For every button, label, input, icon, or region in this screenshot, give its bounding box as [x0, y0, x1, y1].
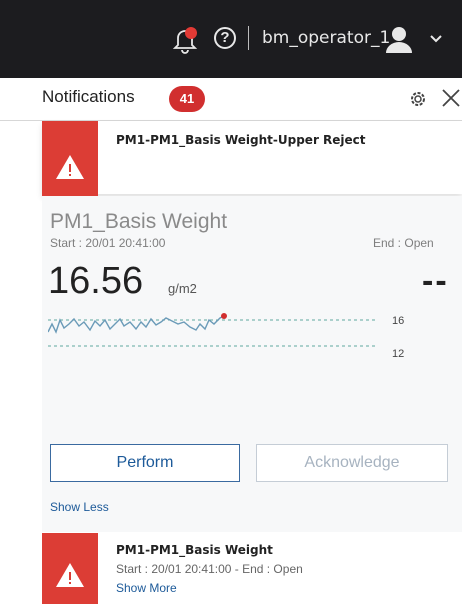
upper-limit-label: 16 [392, 315, 404, 327]
tag-name: PM1_Basis Weight [50, 210, 228, 233]
warning-triangle-icon [56, 563, 84, 587]
sparkline-trend: 16 12 [48, 313, 404, 360]
alert-title[interactable]: PM1-PM1_Basis Weight-Upper Reject [116, 133, 366, 147]
alert-title[interactable]: PM1-PM1_Basis Weight [116, 543, 273, 557]
notifications-header: Notifications 41 [0, 78, 462, 121]
bell-alert-icon[interactable] [170, 24, 200, 54]
alert-card[interactable] [42, 121, 462, 194]
gear-icon[interactable] [408, 89, 428, 109]
username[interactable]: bm_operator_1 [262, 28, 390, 48]
start-time: Start : 20/01 20:41:00 [50, 236, 166, 250]
value-unit: g/m2 [168, 281, 197, 296]
alert-time-range: Start : 20/01 20:41:00 - End : Open [116, 562, 303, 576]
close-icon[interactable] [440, 87, 462, 109]
warning-triangle-icon [56, 155, 84, 179]
trend-line [48, 315, 225, 334]
topbar-divider [248, 26, 249, 50]
notifications-title: Notifications [42, 87, 135, 106]
current-value: 16.56 [48, 260, 144, 302]
notification-count-badge: 41 [169, 86, 205, 112]
help-icon[interactable]: ? [214, 27, 236, 49]
user-avatar-icon[interactable] [384, 24, 414, 54]
top-bar: ? bm_operator_1 [0, 0, 462, 78]
perform-button[interactable]: Perform [50, 444, 240, 482]
show-less-link[interactable]: Show Less [50, 500, 109, 514]
show-more-link[interactable]: Show More [116, 581, 177, 595]
chevron-down-icon[interactable] [430, 34, 442, 44]
lower-limit-label: 12 [392, 348, 404, 360]
end-time: End : Open [373, 236, 434, 250]
target-value: -- [422, 262, 449, 300]
acknowledge-button[interactable]: Acknowledge [256, 444, 448, 482]
latest-point-marker [221, 313, 227, 319]
